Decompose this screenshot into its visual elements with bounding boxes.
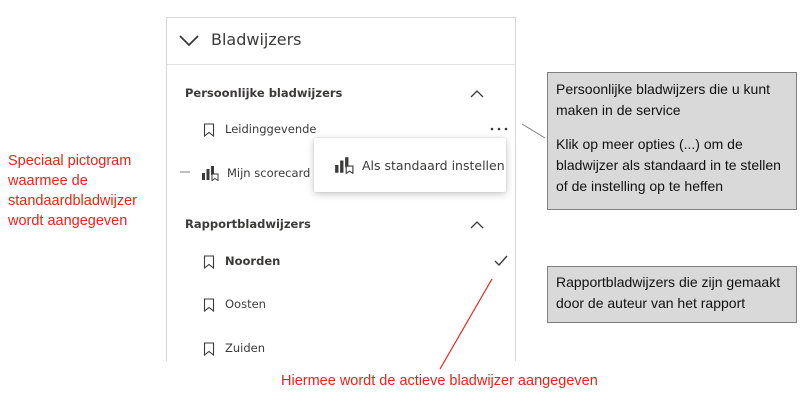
chevron-up-icon[interactable] <box>470 89 484 99</box>
bookmark-icon <box>203 298 215 312</box>
default-bookmark-icon <box>202 166 219 181</box>
pane-title: Bladwijzers <box>211 30 302 49</box>
annotation-active-bookmark: Hiermee wordt de actieve bladwijzer aang… <box>281 373 598 389</box>
bookmark-label: Mijn scorecard <box>227 166 311 180</box>
callout-text: Rapportbladwijzers die zijn gemaakt door… <box>556 274 781 311</box>
chevron-down-icon[interactable] <box>177 30 201 50</box>
callout-personal-bookmarks: Persoonlijke bladwijzers die u kunt make… <box>547 72 797 210</box>
callout-text: Persoonlijke bladwijzers die u kunt make… <box>556 81 770 118</box>
bookmark-label: Oosten <box>225 297 266 311</box>
bookmark-item-noorden[interactable]: Noorden <box>197 250 507 274</box>
menu-item-label: Als standaard instellen <box>362 158 505 173</box>
more-options-icon[interactable] <box>489 126 509 132</box>
set-as-default-menu-item[interactable]: Als standaard instellen <box>314 138 506 192</box>
context-menu: Als standaard instellen <box>314 138 506 192</box>
connector-personal <box>521 123 546 139</box>
annotation-special-icon: Speciaal pictogram waarmee de standaardb… <box>8 153 137 229</box>
default-bookmark-icon <box>335 157 354 174</box>
callout-report-bookmarks: Rapportbladwijzers die zijn gemaakt door… <box>547 266 797 323</box>
bookmark-icon <box>203 255 215 269</box>
bookmark-icon <box>203 123 215 137</box>
pane-header[interactable]: Bladwijzers <box>167 18 515 65</box>
checkmark-icon <box>494 255 508 267</box>
bookmark-label: Zuiden <box>225 341 266 355</box>
chevron-up-icon[interactable] <box>470 220 484 230</box>
bookmark-item-oosten[interactable]: Oosten <box>197 293 397 317</box>
callout-text: Klik op meer opties (...) om de bladwijz… <box>556 136 781 194</box>
bookmark-label: Leidinggevende <box>225 122 317 136</box>
bookmark-icon <box>203 342 215 356</box>
section-title-personal: Persoonlijke bladwijzers <box>185 86 343 100</box>
bookmark-label: Noorden <box>225 254 281 268</box>
section-title-report: Rapportbladwijzers <box>185 217 311 231</box>
bookmark-item-zuiden[interactable]: Zuiden <box>197 337 397 361</box>
